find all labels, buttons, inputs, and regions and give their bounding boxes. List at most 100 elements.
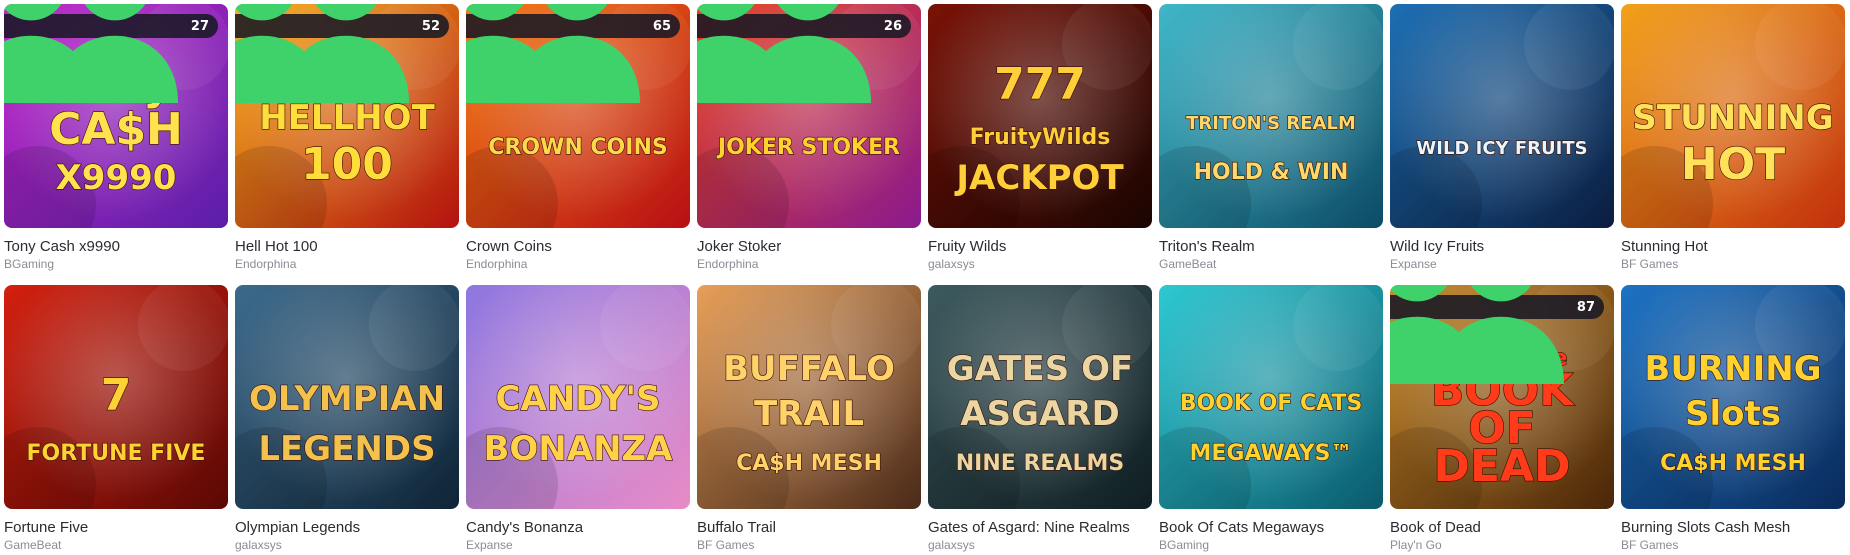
game-card-triton-s-realm[interactable]: TRITON'S REALM HOLD & WIN Triton's Realm G… [1159,4,1383,272]
game-card-fortune-five[interactable]: 7 FORTUNE FIVE Fortune Five GameBeat [4,285,228,553]
users-icon [697,4,878,138]
game-card-wild-icy-fruits[interactable]: WILD ICY FRUITS Wild Icy Fruits Expanse [1390,4,1614,272]
game-card-candy-s-bonanza[interactable]: CANDY'S BONANZA Candy's Bonanza Expanse [466,285,690,553]
game-thumbnail[interactable]: BUFFALO TRAIL CA$H MESH [697,285,921,509]
artwork-logo-text: HOLD & WIN [1194,160,1349,185]
game-title[interactable]: Olympian Legends [235,519,459,537]
game-card-hell-hot-100[interactable]: HELLHOT 100 52 Hell Hot 100 Endorphina [235,4,459,272]
game-provider: BF Games [1621,257,1679,271]
players-badge: 27 [4,4,218,103]
players-badge: 52 [235,4,449,103]
artwork-logo-text: 100 [301,139,393,190]
game-artwork: BOOK OF CATS MEGAWAYS™ [1159,285,1383,509]
game-card-fruity-wilds[interactable]: 777 FruityWilds JACKPOT Fruity Wilds galaxs… [928,4,1152,272]
game-provider: BGaming [4,257,55,271]
game-card-buffalo-trail[interactable]: BUFFALO TRAIL CA$H MESH Buffalo Trail BF Ga… [697,285,921,553]
game-thumbnail[interactable]: 777 FruityWilds JACKPOT [928,4,1152,228]
game-thumbnail[interactable]: 7 FORTUNE FIVE [4,285,228,509]
players-count: 87 [1576,299,1595,315]
game-artwork: BUFFALO TRAIL CA$H MESH [697,285,921,509]
game-provider: BF Games [1621,538,1679,552]
game-provider: galaxsys [235,538,282,552]
game-thumbnail[interactable]: BOOK OF CATS MEGAWAYS™ [1159,285,1383,509]
game-title[interactable]: Book of Dead [1390,519,1614,537]
game-thumbnail[interactable]: Rich WildeBOOKOFDEAD 87 [1390,285,1614,509]
users-icon [235,4,416,138]
artwork-logo-text: WILD ICY FRUITS [1416,138,1587,159]
game-artwork: WILD ICY FRUITS [1390,4,1614,228]
game-thumbnail[interactable]: CANDY'S BONANZA [466,285,690,509]
game-thumbnail[interactable]: HELLHOT 100 52 [235,4,459,228]
game-provider: galaxsys [928,538,975,552]
game-provider: Endorphina [697,257,759,271]
game-card-burning-slots-cash-mesh[interactable]: BURNING Slots CA$H MESH Burning Slots Cash… [1621,285,1845,553]
game-thumbnail[interactable]: TRITON'S REALM HOLD & WIN [1159,4,1383,228]
game-thumbnail[interactable]: BURNING Slots CA$H MESH [1621,285,1845,509]
game-thumbnail[interactable]: OLYMPIAN LEGENDS [235,285,459,509]
artwork-logo-text: TRITON'S REALM [1186,113,1356,134]
artwork-logo-text: CANDY'S [496,379,661,419]
artwork-logo-text: STUNNING [1632,98,1833,138]
game-title[interactable]: Buffalo Trail [697,519,921,537]
game-title[interactable]: Burning Slots Cash Mesh [1621,519,1845,537]
game-thumbnail[interactable]: STUNNING HOT [1621,4,1845,228]
game-title[interactable]: Joker Stoker [697,238,921,256]
game-title[interactable]: Candy's Bonanza [466,519,690,537]
game-title[interactable]: Crown Coins [466,238,690,256]
players-badge: 26 [697,4,911,103]
game-card-joker-stoker[interactable]: JOKER STOKER 26 Joker Stoker Endorphina [697,4,921,272]
players-count: 27 [190,18,209,34]
players-count: 52 [421,18,440,34]
artwork-logo-text: X9990 [56,158,177,198]
artwork-logo-text: LEGENDS [258,429,435,469]
game-card-tony-cash-x9990[interactable]: tonyCA$HX9990 27 Tony Cash x9990BGaming [4,4,228,272]
game-provider: GameBeat [4,538,62,552]
artwork-logo-text: ASGARD [960,394,1119,434]
game-thumbnail[interactable]: tonyCA$HX9990 27 [4,4,228,228]
users-icon [1390,285,1571,419]
artwork-logo-text: FruityWilds [970,125,1111,150]
game-title[interactable]: Book Of Cats Megaways [1159,519,1383,537]
artwork-logo-text: MEGAWAYS™ [1190,441,1353,466]
users-icon [4,4,185,138]
artwork-logo-text: FORTUNE FIVE [27,441,206,466]
game-provider: GameBeat [1159,257,1217,271]
game-artwork: OLYMPIAN LEGENDS [235,285,459,509]
game-card-crown-coins[interactable]: CROWN COINS 65 Crown Coins Endorphina [466,4,690,272]
game-artwork: GATES OF ASGARD NINE REALMS [928,285,1152,509]
game-thumbnail[interactable]: JOKER STOKER 26 [697,4,921,228]
artwork-logo-text: Slots [1685,394,1781,434]
game-thumbnail[interactable]: CROWN COINS 65 [466,4,690,228]
game-grid: tonyCA$HX9990 27 Tony Cash x9990BGaming H… [0,0,1850,555]
game-title[interactable]: Stunning Hot [1621,238,1845,256]
game-card-gates-of-asgard-nine-realms[interactable]: GATES OF ASGARD NINE REALMS Gates of Asgar… [928,285,1152,553]
artwork-logo-text: 777 [994,59,1086,110]
game-card-book-of-dead[interactable]: Rich WildeBOOKOFDEAD 87 Book of DeadPlay'… [1390,285,1614,553]
artwork-logo-text: CROWN COINS [488,135,667,160]
game-title[interactable]: Tony Cash x9990 [4,238,228,256]
players-badge: 65 [466,4,680,103]
players-count: 65 [652,18,671,34]
game-title[interactable]: Fortune Five [4,519,228,537]
game-provider: Endorphina [235,257,297,271]
game-thumbnail[interactable]: GATES OF ASGARD NINE REALMS [928,285,1152,509]
artwork-logo-text: BONANZA [483,429,673,469]
artwork-logo-text: DEAD [1433,441,1570,492]
game-card-stunning-hot[interactable]: STUNNING HOT Stunning Hot BF Games [1621,4,1845,272]
artwork-logo-text: JACKPOT [954,158,1124,198]
game-card-book-of-cats-megaways[interactable]: BOOK OF CATS MEGAWAYS™ Book Of Cats Megaw… [1159,285,1383,553]
game-thumbnail[interactable]: WILD ICY FRUITS [1390,4,1614,228]
game-artwork: STUNNINGHOT [1621,4,1845,228]
game-artwork: TRITON'S REALM HOLD & WIN [1159,4,1383,228]
game-title[interactable]: Gates of Asgard: Nine Realms [928,519,1152,537]
game-provider: BF Games [697,538,755,552]
game-title[interactable]: Hell Hot 100 [235,238,459,256]
artwork-logo-text: BURNING [1644,349,1821,389]
game-title[interactable]: Triton's Realm [1159,238,1383,256]
game-title[interactable]: Fruity Wilds [928,238,1152,256]
game-card-olympian-legends[interactable]: OLYMPIAN LEGENDS Olympian Legends galaxsys [235,285,459,553]
artwork-logo-text: BOOK OF CATS [1180,391,1363,416]
game-title[interactable]: Wild Icy Fruits [1390,238,1614,256]
game-artwork: 777 FruityWilds JACKPOT [928,4,1152,228]
artwork-logo-text: GATES OF [947,349,1133,389]
